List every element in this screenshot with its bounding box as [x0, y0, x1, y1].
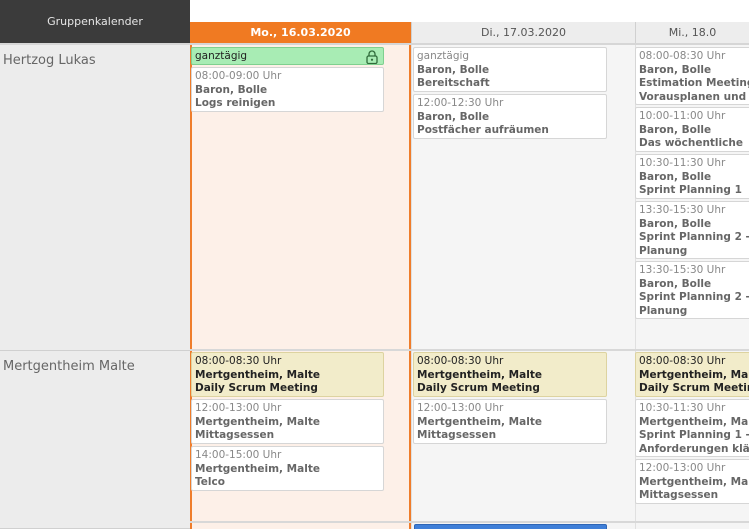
event-time: 12:00-13:00 Uhr	[195, 402, 282, 414]
event-card[interactable]: ganztägig Baron, Bolle Bereitschaft	[413, 47, 607, 92]
event-title: Sprint Planning 2 -	[639, 231, 749, 243]
top-strip	[190, 0, 749, 22]
event-owner: Baron, Bolle	[417, 63, 490, 76]
event-time: 13:30-15:30 Uhr	[639, 204, 726, 216]
event-time: 12:00-13:00 Uhr	[639, 462, 726, 474]
event-card[interactable]: ganztägig	[191, 47, 384, 65]
event-owner: Mertgentheim, Mal	[639, 475, 749, 488]
person-row-header: Mertgentheim Malte	[0, 351, 190, 529]
event-title: Das wöchentliche	[639, 137, 743, 149]
event-title: Sprint Planning 2 -	[639, 291, 749, 303]
event-title: Planung	[639, 304, 688, 317]
event-owner: Mertgentheim, Mal	[639, 415, 749, 428]
day-header-monday[interactable]: Mo., 16.03.2020	[190, 22, 411, 43]
event-time: 12:00-13:00 Uhr	[417, 402, 504, 414]
day-header-wednesday[interactable]: Mi., 18.0	[635, 22, 749, 43]
event-owner: Baron, Bolle	[639, 277, 712, 290]
event-time: 08:00-08:30 Uhr	[639, 50, 726, 62]
event-card[interactable]: 08:00-08:30 Uhr Mertgentheim, Mal Daily Sc…	[635, 352, 749, 397]
lock-icon	[366, 50, 378, 64]
event-time: 08:00-08:30 Uhr	[639, 355, 726, 367]
event-card[interactable]: 08:00-08:30 Uhr Mertgentheim, Malte Daily …	[191, 352, 384, 397]
event-time: 08:00-08:30 Uhr	[417, 355, 504, 367]
event-card[interactable]: 10:30-11:30 Uhr Baron, Bolle Sprint Planni…	[635, 154, 749, 199]
event-card[interactable]: 08:00-08:30 Uhr Mertgentheim, Malte Daily …	[413, 352, 607, 397]
row-separator	[190, 349, 749, 351]
event-owner: Baron, Bolle	[639, 170, 712, 183]
event-title: Logs reinigen	[195, 97, 276, 109]
event-card[interactable]: 08:00-09:00 Uhr Baron, Bolle Logs reinigen	[191, 67, 384, 112]
event-time: 13:30-15:30 Uhr	[639, 264, 726, 276]
event-card[interactable]: 13:30-15:30 Uhr Baron, Bolle Sprint Planni…	[635, 261, 749, 319]
event-time: 08:00-08:30 Uhr	[195, 355, 282, 367]
event-title: Daily Scrum Meetin	[639, 382, 749, 394]
event-card[interactable]: 08:00-08:30 Uhr Baron, Bolle Estimation Me…	[635, 47, 749, 105]
event-title: Sprint Planning 1	[639, 184, 742, 196]
event-owner: Mertgentheim, Malte	[195, 462, 320, 475]
event-title: Mittagsessen	[639, 489, 719, 501]
event-owner: Mertgentheim, Malte	[195, 368, 320, 381]
event-title: Postfächer aufräumen	[417, 124, 549, 136]
person-row-header: Hertzog Lukas	[0, 45, 190, 351]
event-owner: Mertgentheim, Mal	[639, 368, 749, 381]
event-title: Estimation Meeting	[639, 77, 749, 89]
event-time: 08:00-09:00 Uhr	[195, 70, 282, 82]
event-time: 10:30-11:30 Uhr	[639, 157, 726, 169]
event-title: Mittagsessen	[417, 429, 497, 441]
event-card[interactable]: 12:00-13:00 Uhr Mertgentheim, Mal Mittagse…	[635, 459, 749, 504]
day-header-tuesday[interactable]: Di., 17.03.2020	[411, 22, 635, 43]
event-title: Bereitschaft	[417, 77, 490, 89]
event-owner: Baron, Bolle	[639, 63, 712, 76]
event-card[interactable]: 10:00-11:00 Uhr Baron, Bolle Das wöchentli…	[635, 107, 749, 152]
group-calendar: Gruppenkalender Mo., 16.03.2020 Di., 17.…	[0, 0, 749, 529]
event-owner: Baron, Bolle	[639, 123, 712, 136]
event-card[interactable]: 12:00-12:30 Uhr Baron, Bolle Postfächer au…	[413, 94, 607, 139]
event-card[interactable]: 13:30-15:30 Uhr Baron, Bolle Sprint Planni…	[635, 201, 749, 259]
event-title: Vorausplanen und	[639, 90, 747, 103]
event-time: ganztägig	[417, 50, 470, 62]
event-card[interactable]: 10:30-11:30 Uhr Mertgentheim, Mal Sprint P…	[635, 399, 749, 457]
event-owner: Baron, Bolle	[417, 110, 490, 123]
event-card[interactable]: 12:00-13:00 Uhr Mertgentheim, Malte Mittag…	[413, 399, 607, 444]
row-separator	[190, 521, 749, 523]
event-owner: Baron, Bolle	[195, 83, 268, 96]
event-time: 10:30-11:30 Uhr	[639, 402, 726, 414]
event-title: Daily Scrum Meeting	[417, 382, 540, 394]
calendar-title: Gruppenkalender	[0, 0, 190, 43]
event-time: 12:00-12:30 Uhr	[417, 97, 504, 109]
event-card[interactable]: 12:00-13:00 Uhr Mertgentheim, Malte Mittag…	[191, 399, 384, 444]
event-time: 14:00-15:00 Uhr	[195, 449, 282, 461]
event-owner: Baron, Bolle	[639, 217, 712, 230]
event-title: Planung	[639, 244, 688, 257]
event-owner: Mertgentheim, Malte	[417, 368, 542, 381]
event-title: Daily Scrum Meeting	[195, 382, 318, 394]
event-time: 10:00-11:00 Uhr	[639, 110, 726, 122]
event-title: Sprint Planning 1 -	[639, 429, 749, 441]
event-owner: Mertgentheim, Malte	[195, 415, 320, 428]
event-time: ganztägig	[195, 50, 248, 62]
event-title: Mittagsessen	[195, 429, 275, 441]
event-owner: Mertgentheim, Malte	[417, 415, 542, 428]
event-title: Anforderungen klä	[639, 442, 749, 455]
event-card[interactable]: 14:00-15:00 Uhr Mertgentheim, Malte Telco	[191, 446, 384, 491]
event-title: Telco	[195, 476, 225, 488]
event-card-selected[interactable]	[414, 524, 607, 529]
